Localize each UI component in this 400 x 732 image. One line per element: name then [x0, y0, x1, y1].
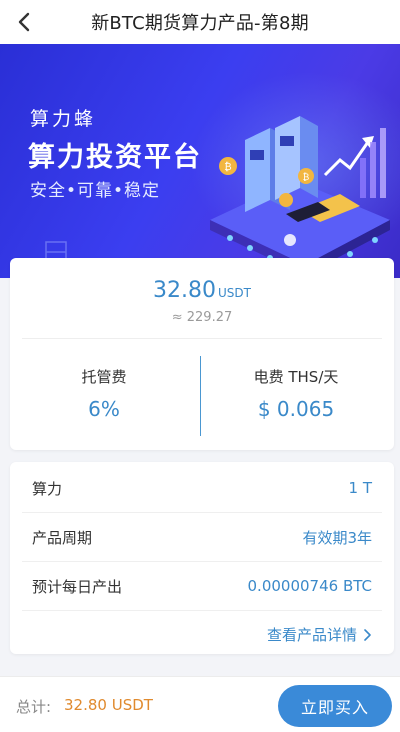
page-title: 新BTC期货算力产品-第8期 — [91, 13, 309, 34]
buy-now-button[interactable]: 立即买入 — [278, 685, 392, 727]
electric-fee-value: $ 0.065 — [257, 397, 335, 421]
svg-text:₿: ₿ — [303, 172, 310, 183]
promo-banner: 算力蜂 算力投资平台 安全•可靠•稳定 ₿ ₿ — [0, 44, 400, 278]
detail-value: 0.00000746 BTC — [247, 577, 372, 595]
total-label: 总计: — [16, 698, 52, 716]
product-details-card: 算力 1 T 产品周期 有效期3年 预计每日产出 0.00000746 BTC … — [10, 462, 394, 654]
price-card: 32.80 USDT ≈ 229.27 托管费 6% 电费 THS/天 $ 0.0… — [10, 258, 394, 450]
vertical-divider — [200, 356, 201, 436]
detail-label: 产品周期 — [32, 528, 93, 547]
banner-headline: 算力投资平台 — [28, 142, 202, 173]
banner-brand: 算力蜂 — [30, 108, 97, 130]
divider — [22, 338, 382, 339]
detail-row-hashrate: 算力 1 T — [10, 464, 394, 512]
detail-row-period: 产品周期 有效期3年 — [10, 513, 394, 561]
price-amount: 32.80 — [153, 278, 216, 303]
detail-value: 1 T — [348, 479, 372, 497]
detail-value: 有效期3年 — [302, 528, 372, 547]
top-nav-bar: 新BTC期货算力产品-第8期 — [0, 0, 400, 44]
electric-fee-label: 电费 THS/天 — [253, 368, 339, 386]
detail-label: 预计每日产出 — [32, 577, 123, 596]
view-details-link[interactable]: 查看产品详情 — [267, 624, 372, 645]
banner-slogan: 安全•可靠•稳定 — [30, 181, 161, 201]
custody-fee-label: 托管费 — [81, 368, 127, 386]
back-button[interactable] — [10, 8, 38, 36]
price-unit: USDT — [218, 286, 251, 300]
chevron-left-icon — [18, 12, 30, 32]
mining-platform-illustration: ₿ ₿ — [210, 116, 390, 275]
price-display: 32.80 USDT — [10, 278, 394, 303]
custody-fee: 托管费 6% — [10, 366, 198, 421]
price-approx: ≈ 229.27 — [171, 310, 233, 325]
divider — [22, 610, 382, 611]
custody-fee-value: 6% — [88, 397, 120, 421]
chevron-right-icon — [364, 628, 371, 641]
checkout-bar: 总计: 32.80 USDT 立即买入 — [0, 676, 400, 732]
electric-fee: 电费 THS/天 $ 0.065 — [202, 366, 390, 421]
total-value: 32.80 USDT — [64, 696, 153, 714]
detail-row-daily-output: 预计每日产出 0.00000746 BTC — [10, 562, 394, 610]
view-details-label: 查看产品详情 — [266, 626, 357, 644]
detail-label: 算力 — [32, 479, 63, 498]
svg-text:₿: ₿ — [224, 161, 231, 173]
